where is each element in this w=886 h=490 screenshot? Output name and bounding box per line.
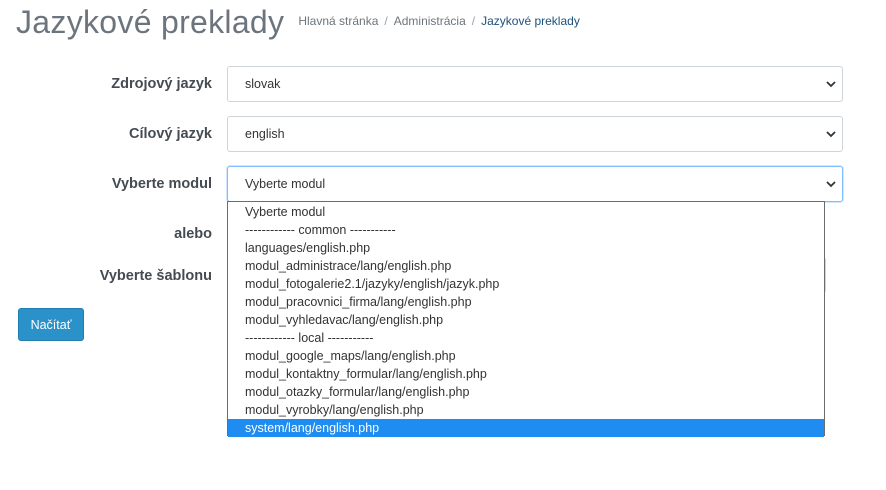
target-language-row: Cílový jazyk english — [0, 116, 886, 152]
dropdown-option[interactable]: Vyberte modul — [228, 203, 824, 221]
dropdown-option[interactable]: modul_google_maps/lang/english.php — [228, 347, 824, 365]
module-value: Vyberte modul — [245, 177, 326, 191]
chevron-down-icon — [826, 181, 836, 188]
dropdown-option[interactable]: modul_fotogalerie2.1/jazyky/english/jazy… — [228, 275, 824, 293]
template-label: Vyberte šablonu — [99, 268, 212, 284]
chevron-down-icon — [826, 81, 836, 88]
breadcrumb-home[interactable]: Hlavná stránka — [298, 14, 378, 28]
target-language-label: Cílový jazyk — [128, 126, 212, 142]
load-button[interactable]: Načítať — [18, 308, 84, 341]
breadcrumb-separator: / — [384, 14, 388, 28]
module-select[interactable]: Vyberte modul — [227, 166, 843, 202]
dropdown-option[interactable]: languages/english.php — [228, 239, 824, 257]
dropdown-option[interactable]: modul_vyhledavac/lang/english.php — [228, 311, 824, 329]
dropdown-option[interactable]: modul_vyrobky/lang/english.php — [228, 401, 824, 419]
target-language-select[interactable]: english — [227, 116, 843, 152]
module-row: Vyberte modul Vyberte modul — [0, 166, 886, 202]
dropdown-option[interactable]: modul_pracovnici_firma/lang/english.php — [228, 293, 824, 311]
page-header: Jazykové preklady Hlavná stránka / Admin… — [16, 0, 580, 48]
breadcrumb-current: Jazykové preklady — [481, 14, 580, 28]
source-language-select[interactable]: slovak — [227, 66, 843, 102]
breadcrumb-administration[interactable]: Administrácia — [394, 14, 466, 28]
target-language-value: english — [245, 127, 285, 141]
source-language-value: slovak — [245, 77, 281, 91]
module-label: Vyberte modul — [111, 176, 212, 192]
dropdown-option[interactable]: modul_otazky_formular/lang/english.php — [228, 383, 824, 401]
breadcrumb: Hlavná stránka / Administrácia / Jazykov… — [298, 14, 579, 28]
dropdown-option-group-common[interactable]: ------------ common ----------- — [228, 221, 824, 239]
dropdown-option-group-local[interactable]: ------------ local ----------- — [228, 329, 824, 347]
dropdown-option[interactable]: modul_administrace/lang/english.php — [228, 257, 824, 275]
module-dropdown-list[interactable]: Vyberte modul ------------ common ------… — [227, 201, 825, 437]
chevron-down-icon — [826, 131, 836, 138]
breadcrumb-separator: / — [471, 14, 476, 28]
dropdown-option-highlighted[interactable]: system/lang/english.php — [228, 419, 824, 437]
page-title: Jazykové preklady — [16, 4, 285, 40]
source-language-row: Zdrojový jazyk slovak — [0, 66, 886, 102]
or-label: alebo — [174, 226, 212, 242]
source-language-label: Zdrojový jazyk — [111, 76, 212, 92]
dropdown-option[interactable]: modul_kontaktny_formular/lang/english.ph… — [228, 365, 824, 383]
